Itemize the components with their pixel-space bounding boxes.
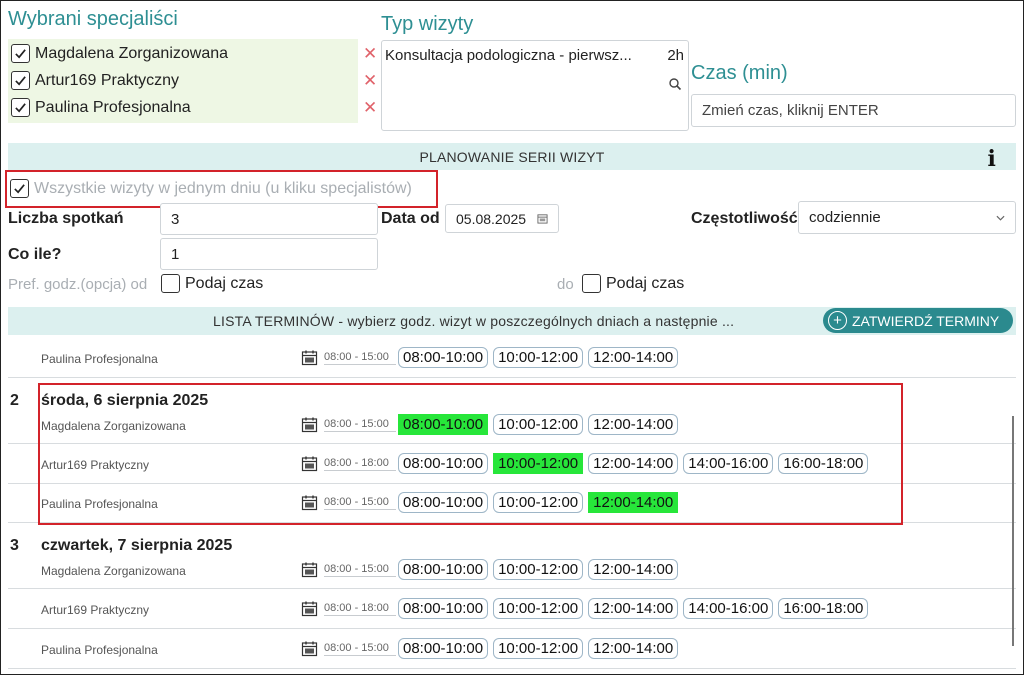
calendar-icon (301, 641, 318, 657)
pref-to-checkbox[interactable] (582, 274, 601, 293)
series-planning-header: PLANOWANIE SERII WIZYT (419, 148, 605, 165)
search-icon[interactable] (668, 77, 682, 91)
calendar-icon[interactable] (301, 349, 318, 366)
series-planning-bar: PLANOWANIE SERII WIZYT i (8, 143, 1016, 172)
count-input[interactable]: 3 (160, 203, 378, 235)
visit-planner-window: Wybrani specjaliści Magdalena Zorganizow… (0, 0, 1024, 675)
date-from-input[interactable]: 05.08.2025 (445, 204, 559, 233)
pref-to-option[interactable]: Podaj czas (582, 274, 684, 293)
row-hour-range: 08:00 - 15:00 (324, 642, 396, 656)
row-divider (8, 377, 1016, 378)
slot-list: 08:00-10:00 10:00-12:00 12:00-14:00 (398, 559, 679, 580)
time-slot-button[interactable]: 12:00-14:00 (588, 598, 679, 619)
time-slot-button[interactable]: 10:00-12:00 (493, 347, 584, 368)
time-slot-button[interactable]: 10:00-12:00 (493, 638, 584, 659)
check-icon (15, 103, 26, 113)
calendar-icon[interactable] (301, 640, 318, 657)
close-icon[interactable]: ✕ (362, 98, 378, 118)
chevron-down-icon (996, 215, 1005, 221)
specialist-checkbox[interactable] (11, 98, 30, 117)
visit-type-title: Typ wizyty (381, 13, 474, 35)
time-slot-button[interactable]: 08:00-10:00 (398, 347, 489, 368)
time-slot-button[interactable]: 08:00-10:00 (398, 638, 489, 659)
row-specialist: Paulina Profesjonalna (41, 643, 158, 657)
visit-duration: 2h (667, 47, 684, 64)
row-divider (8, 588, 1016, 589)
visit-type-value: Konsultacja podologiczna - pierwsz... (385, 47, 632, 64)
frequency-label: Częstotliwość (691, 210, 798, 227)
calendar-icon (301, 562, 318, 578)
check-icon (14, 184, 25, 194)
slot-list: 08:00-10:00 10:00-12:00 12:00-14:00 (398, 638, 679, 659)
frequency-select[interactable]: codziennie (798, 201, 1016, 234)
row-specialist: Artur169 Praktyczny (41, 603, 150, 617)
day-number: 3 (10, 537, 19, 554)
specialist-item: Magdalena Zorganizowana ✕ (8, 40, 378, 67)
specialist-name: Magdalena Zorganizowana (35, 44, 229, 62)
highlight-box (38, 383, 903, 525)
all-in-one-day-checkbox[interactable] (10, 179, 29, 198)
time-slot-button[interactable]: 10:00-12:00 (493, 598, 584, 619)
row-specialist: Magdalena Zorganizowana (41, 564, 186, 578)
time-slot-button[interactable]: 08:00-10:00 (398, 559, 489, 580)
pref-from-label: Podaj czas (185, 274, 264, 292)
close-icon[interactable]: ✕ (362, 71, 378, 91)
row-divider (8, 628, 1016, 629)
pref-to-label: do (557, 276, 574, 293)
confirm-terms-label: ZATWIERDŹ TERMINY (852, 312, 1000, 329)
slot-list: 08:00-10:00 10:00-12:00 12:00-14:00 14:00-1… (398, 598, 869, 619)
specialist-item: Paulina Profesjonalna ✕ (8, 94, 378, 121)
calendar-icon (301, 350, 318, 366)
specialist-checkbox[interactable] (11, 71, 30, 90)
date-from-value: 05.08.2025 (456, 210, 527, 227)
pref-from-option[interactable]: Podaj czas (161, 274, 263, 293)
row-specialist: Paulina Profesjonalna (41, 352, 158, 366)
frequency-value: codziennie (809, 209, 881, 226)
time-slot-button[interactable]: 14:00-16:00 (683, 598, 774, 619)
day-title: czwartek, 7 sierpnia 2025 (41, 537, 233, 554)
day-number: 2 (10, 392, 19, 409)
pref-to-text: Podaj czas (606, 274, 685, 292)
calendar-icon[interactable] (537, 213, 548, 224)
calendar-icon[interactable] (301, 561, 318, 578)
row-hour-range: 08:00 - 15:00 (324, 351, 396, 365)
row-divider (8, 668, 1016, 669)
time-slot-button[interactable]: 10:00-12:00 (493, 559, 584, 580)
all-in-one-day-label: Wszystkie wizyty w jednym dniu (u kliku … (34, 179, 412, 197)
row-hour-range: 08:00 - 15:00 (324, 563, 396, 577)
info-icon[interactable]: i (987, 146, 996, 172)
time-slot-button[interactable]: 08:00-10:00 (398, 598, 489, 619)
specialists-title: Wybrani specjaliści (8, 8, 178, 30)
plus-icon: + (828, 311, 847, 330)
pref-from-checkbox[interactable] (161, 274, 180, 293)
count-label: Liczba spotkań (8, 210, 124, 227)
specialists-list: Magdalena Zorganizowana ✕ Artur169 Prakt… (8, 39, 377, 123)
duration-input[interactable]: Zmień czas, kliknij ENTER (691, 94, 1016, 127)
calendar-icon (301, 601, 318, 617)
specialist-name: Paulina Profesjonalna (35, 98, 191, 116)
list-header: LISTA TERMINÓW - wybierz godz. wizyt w p… (213, 313, 735, 329)
scrollbar[interactable] (1012, 416, 1014, 646)
check-icon (15, 76, 26, 86)
time-slot-button[interactable]: 12:00-14:00 (588, 638, 679, 659)
row-hour-range: 08:00 - 18:00 (324, 602, 396, 616)
specialist-name: Artur169 Praktyczny (35, 71, 180, 89)
confirm-terms-button[interactable]: + ZATWIERDŹ TERMINY (823, 308, 1013, 333)
pref-hours-label: Pref. godz.(opcja) od (8, 276, 148, 293)
specialist-checkbox[interactable] (11, 44, 30, 63)
close-icon[interactable]: ✕ (362, 44, 378, 64)
all-in-one-day-option[interactable]: Wszystkie wizyty w jednym dniu (u kliku … (10, 179, 412, 198)
calendar-icon[interactable] (301, 600, 318, 617)
every-input[interactable]: 1 (160, 238, 378, 270)
date-from-label: Data od (381, 210, 440, 227)
time-slot-button[interactable]: 12:00-14:00 (588, 347, 679, 368)
time-slot-button[interactable]: 16:00-18:00 (778, 598, 869, 619)
visit-type-box[interactable]: Konsultacja podologiczna - pierwsz... 2h (381, 40, 689, 131)
duration-title: Czas (min) (691, 62, 788, 84)
check-icon (15, 49, 26, 59)
specialist-item: Artur169 Praktyczny ✕ (8, 67, 378, 94)
time-slot-button[interactable]: 12:00-14:00 (588, 559, 679, 580)
slot-list: 08:00-10:00 10:00-12:00 12:00-14:00 (398, 347, 679, 368)
every-label: Co ile? (8, 246, 62, 263)
